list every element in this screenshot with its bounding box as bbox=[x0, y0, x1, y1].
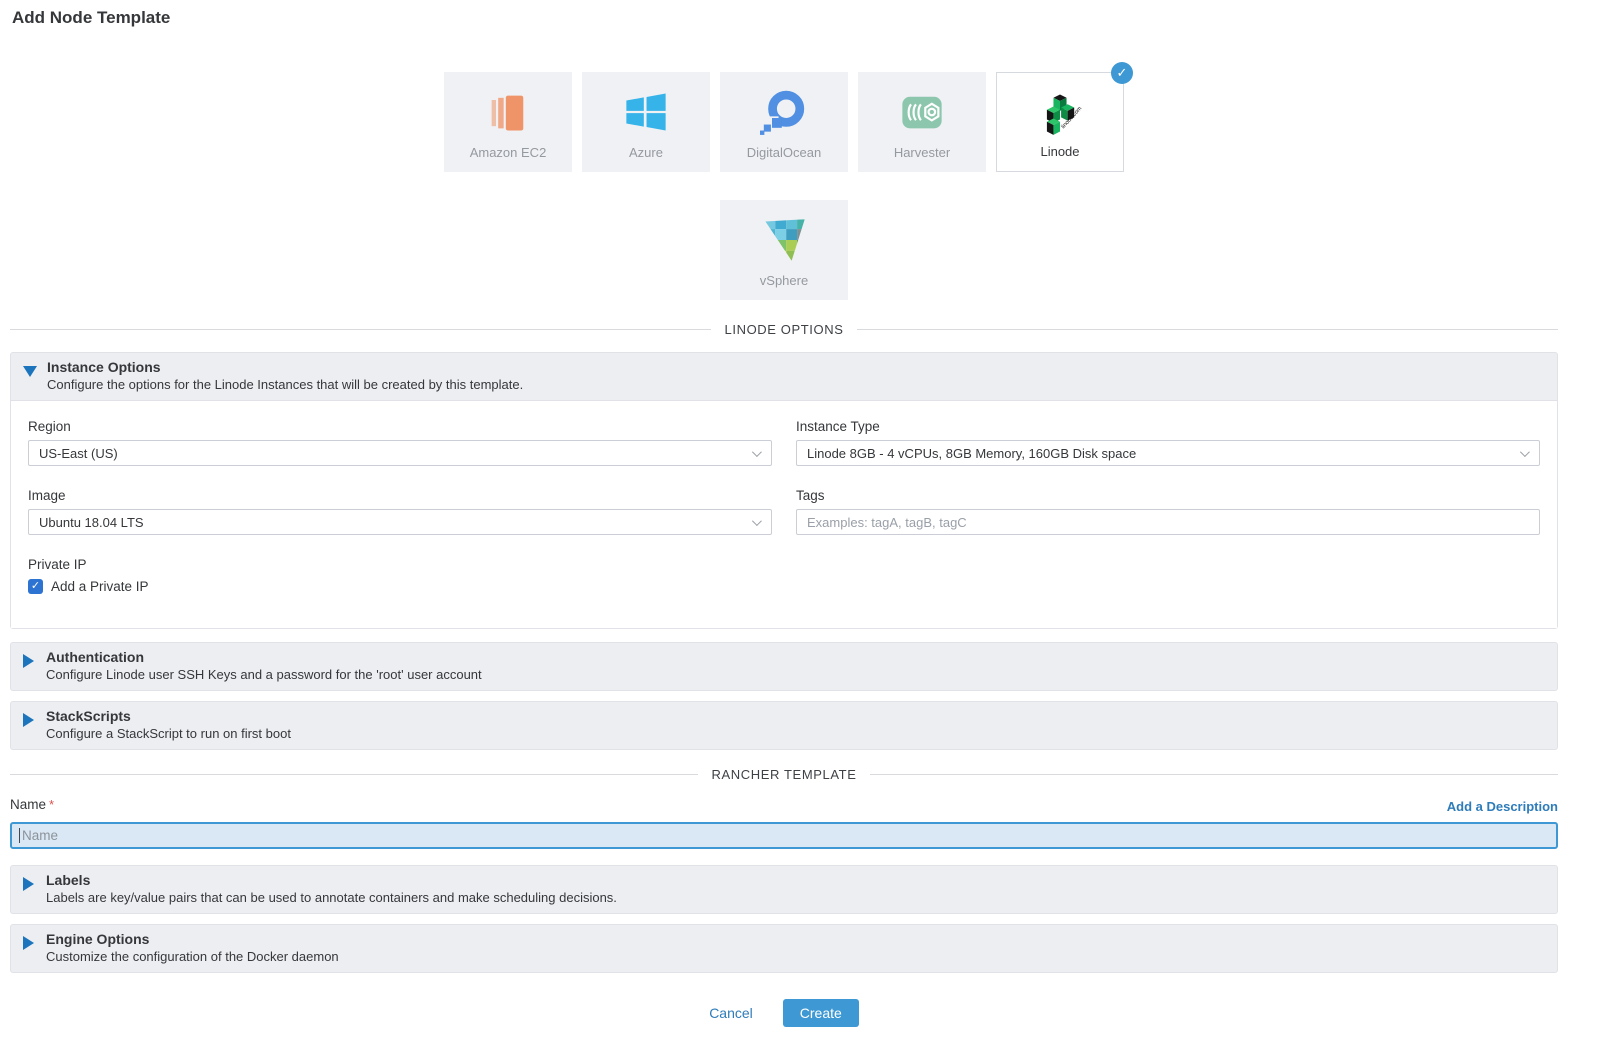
section-subtitle: Configure the options for the Linode Ins… bbox=[47, 376, 523, 394]
image-label: Image bbox=[28, 488, 772, 503]
divider-line bbox=[10, 329, 711, 330]
provider-card-row-1: Amazon EC2 Azure bbox=[10, 72, 1558, 172]
region-label: Region bbox=[28, 419, 772, 434]
instance-options-header[interactable]: Instance Options Configure the options f… bbox=[11, 353, 1557, 400]
section-title: Authentication bbox=[46, 648, 482, 666]
image-value: Ubuntu 18.04 LTS bbox=[39, 515, 144, 530]
section-title: Labels bbox=[46, 871, 617, 889]
cancel-button[interactable]: Cancel bbox=[709, 1005, 753, 1021]
tags-field: Tags bbox=[796, 488, 1540, 535]
triangle-right-icon bbox=[23, 654, 34, 668]
provider-card-vsphere[interactable]: vSphere bbox=[720, 200, 848, 300]
name-row: Name* Add a Description bbox=[10, 796, 1558, 814]
section-labels: Labels Labels are key/value pairs that c… bbox=[10, 865, 1558, 914]
name-input-wrap bbox=[10, 822, 1558, 849]
create-button[interactable]: Create bbox=[783, 999, 859, 1027]
vsphere-icon bbox=[760, 216, 808, 264]
instance-type-select[interactable]: Linode 8GB - 4 vCPUs, 8GB Memory, 160GB … bbox=[796, 440, 1540, 466]
footer-actions: Cancel Create bbox=[10, 999, 1558, 1027]
rancher-template-divider: RANCHER TEMPLATE bbox=[10, 767, 1558, 782]
provider-card-label: Linode bbox=[1040, 144, 1079, 159]
required-asterisk: * bbox=[49, 797, 54, 812]
divider-line bbox=[10, 774, 698, 775]
region-select[interactable]: US-East (US) bbox=[28, 440, 772, 466]
provider-card-row-2: vSphere bbox=[10, 200, 1558, 300]
selected-check-icon: ✓ bbox=[1111, 62, 1133, 84]
provider-card-label: Harvester bbox=[894, 145, 950, 160]
provider-card-amazon-ec2[interactable]: Amazon EC2 bbox=[444, 72, 572, 172]
private-ip-checkbox[interactable]: ✓ bbox=[28, 579, 43, 594]
linode-icon: linode.com bbox=[1036, 89, 1084, 137]
private-ip-label: Private IP bbox=[28, 557, 772, 572]
image-field: Image Ubuntu 18.04 LTS bbox=[28, 488, 772, 535]
section-engine-options: Engine Options Customize the configurati… bbox=[10, 924, 1558, 973]
text-caret bbox=[19, 828, 20, 843]
section-title: Instance Options bbox=[47, 358, 523, 376]
linode-options-divider: LINODE OPTIONS bbox=[10, 322, 1558, 337]
instance-type-label: Instance Type bbox=[796, 419, 1540, 434]
provider-card-label: DigitalOcean bbox=[747, 145, 821, 160]
triangle-right-icon bbox=[23, 936, 34, 950]
image-select[interactable]: Ubuntu 18.04 LTS bbox=[28, 509, 772, 535]
chevron-down-icon bbox=[1520, 447, 1530, 457]
linode-options-heading: LINODE OPTIONS bbox=[725, 322, 844, 337]
section-stackscripts: StackScripts Configure a StackScript to … bbox=[10, 701, 1558, 750]
provider-card-azure[interactable]: Azure bbox=[582, 72, 710, 172]
triangle-down-icon bbox=[23, 366, 37, 377]
region-field: Region US-East (US) bbox=[28, 419, 772, 466]
chevron-down-icon bbox=[752, 447, 762, 457]
section-subtitle: Customize the configuration of the Docke… bbox=[46, 948, 339, 966]
private-ip-checkbox-label: Add a Private IP bbox=[51, 579, 149, 594]
page-title: Add Node Template bbox=[12, 8, 1558, 28]
authentication-header[interactable]: Authentication Configure Linode user SSH… bbox=[11, 643, 1557, 690]
rancher-template-heading: RANCHER TEMPLATE bbox=[712, 767, 857, 782]
tags-label: Tags bbox=[796, 488, 1540, 503]
provider-card-linode[interactable]: ✓ lin bbox=[996, 72, 1124, 172]
stackscripts-header[interactable]: StackScripts Configure a StackScript to … bbox=[11, 702, 1557, 749]
provider-card-harvester[interactable]: Harvester bbox=[858, 72, 986, 172]
add-node-template-page: Add Node Template Amazon EC2 bbox=[0, 0, 1568, 1027]
instance-type-field: Instance Type Linode 8GB - 4 vCPUs, 8GB … bbox=[796, 419, 1540, 466]
provider-card-digitalocean[interactable]: DigitalOcean bbox=[720, 72, 848, 172]
add-description-link[interactable]: Add a Description bbox=[1447, 799, 1558, 814]
harvester-icon bbox=[898, 88, 946, 136]
labels-header[interactable]: Labels Labels are key/value pairs that c… bbox=[11, 866, 1557, 913]
section-title: StackScripts bbox=[46, 707, 291, 725]
digitalocean-icon bbox=[760, 88, 808, 136]
chevron-down-icon bbox=[752, 516, 762, 526]
instance-options-body: Region US-East (US) Instance Type Linode… bbox=[11, 400, 1557, 628]
provider-card-label: Amazon EC2 bbox=[470, 145, 547, 160]
region-value: US-East (US) bbox=[39, 446, 118, 461]
private-ip-field: Private IP ✓ Add a Private IP bbox=[28, 557, 772, 594]
divider-line bbox=[870, 774, 1558, 775]
instance-type-value: Linode 8GB - 4 vCPUs, 8GB Memory, 160GB … bbox=[807, 446, 1136, 461]
section-subtitle: Labels are key/value pairs that can be u… bbox=[46, 889, 617, 907]
azure-icon bbox=[622, 88, 670, 136]
section-title: Engine Options bbox=[46, 930, 339, 948]
section-instance-options: Instance Options Configure the options f… bbox=[10, 352, 1558, 629]
name-input[interactable] bbox=[10, 822, 1558, 849]
tags-input[interactable] bbox=[796, 509, 1540, 535]
provider-card-label: vSphere bbox=[760, 273, 808, 288]
provider-card-label: Azure bbox=[629, 145, 663, 160]
divider-line bbox=[857, 329, 1558, 330]
section-subtitle: Configure Linode user SSH Keys and a pas… bbox=[46, 666, 482, 684]
name-label: Name bbox=[10, 797, 46, 812]
triangle-right-icon bbox=[23, 877, 34, 891]
section-subtitle: Configure a StackScript to run on first … bbox=[46, 725, 291, 743]
amazon-ec2-icon bbox=[484, 88, 532, 136]
engine-options-header[interactable]: Engine Options Customize the configurati… bbox=[11, 925, 1557, 972]
triangle-right-icon bbox=[23, 713, 34, 727]
section-authentication: Authentication Configure Linode user SSH… bbox=[10, 642, 1558, 691]
